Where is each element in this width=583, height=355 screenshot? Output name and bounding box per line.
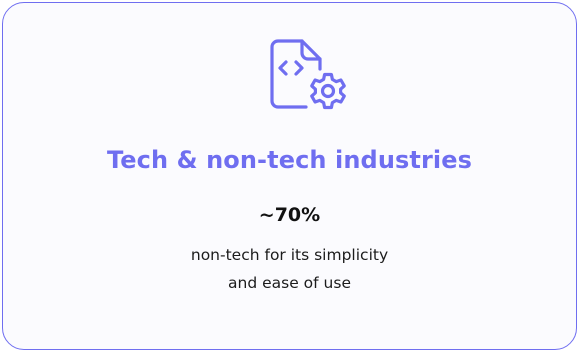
feature-card: Tech & non-tech industries ~70% non-tech… [2, 2, 577, 350]
description-line-1: non-tech for its simplicity [190, 246, 389, 264]
code-file-gear-icon [266, 39, 358, 115]
stat-value: ~70% [258, 204, 321, 226]
description-line-2: and ease of use [228, 274, 351, 292]
card-title: Tech & non-tech industries [106, 146, 472, 174]
card-description: non-tech for its simplicity and ease of … [3, 241, 576, 297]
